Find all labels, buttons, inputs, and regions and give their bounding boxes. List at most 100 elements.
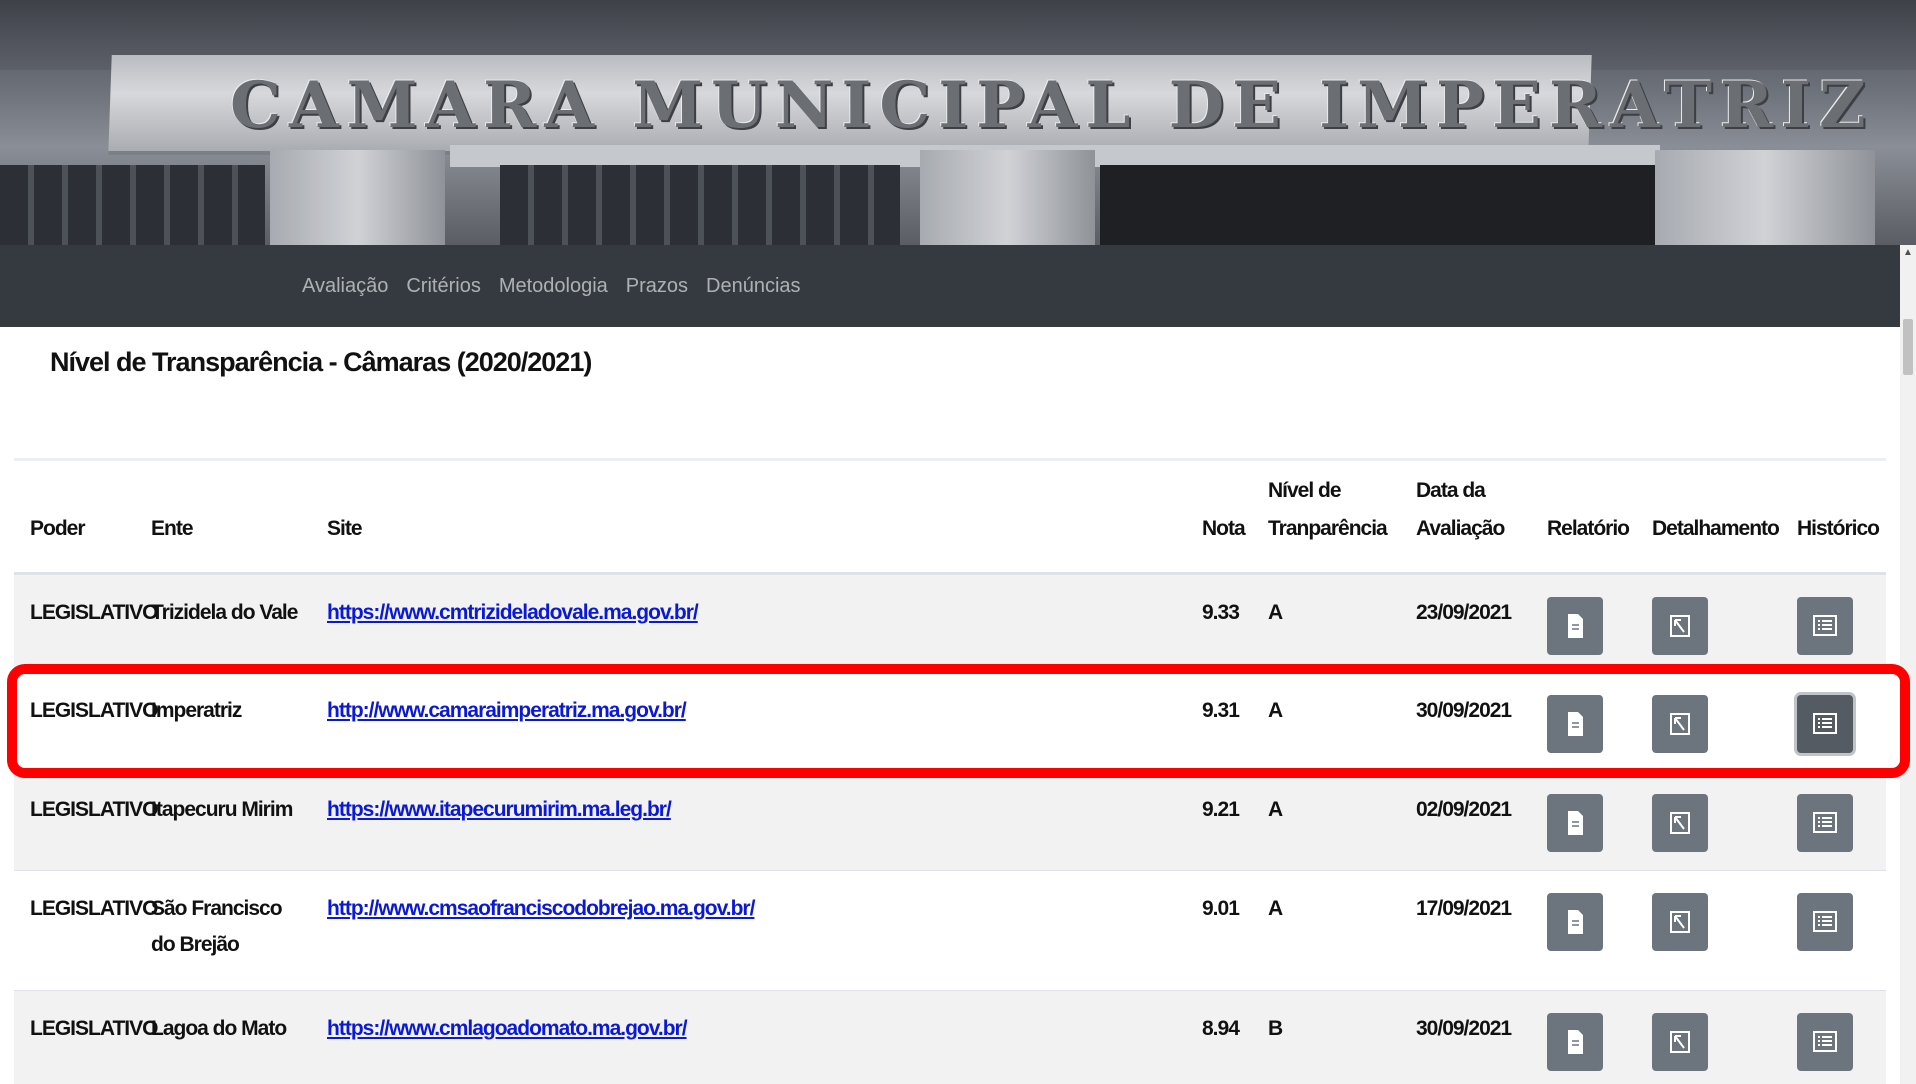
historico-button[interactable] — [1797, 893, 1853, 951]
nav-item-metodologia[interactable]: Metodologia — [490, 275, 617, 298]
cell-nivel: A — [1252, 573, 1400, 673]
relatorio-button[interactable] — [1547, 1013, 1603, 1071]
cell-poder: LEGISLATIVO — [14, 870, 158, 991]
cell-ente: São Francisco do Brejão — [135, 870, 311, 991]
nav-item-denuncias[interactable]: Denúncias — [697, 275, 810, 298]
cell-detalhamento — [1636, 672, 1781, 772]
cell-site: http://www.camaraimperatriz.ma.gov.br/ — [311, 672, 1186, 772]
transparency-table: Poder Ente Site Nota Nível de Tranparênci… — [14, 462, 1886, 1084]
table-header-row: Poder Ente Site Nota Nível de Tranparênci… — [14, 462, 1886, 575]
detalhamento-button[interactable] — [1652, 1013, 1708, 1071]
site-link[interactable]: https://www.cmlagoadomato.ma.gov.br/ — [327, 1017, 688, 1040]
expand-arrow-icon — [1670, 1031, 1690, 1053]
cell-nota-text: 9.31 — [1202, 699, 1240, 722]
cell-relatorio — [1531, 990, 1636, 1084]
cell-ente-text: São Francisco do Brejão — [151, 897, 283, 956]
cell-detalhamento — [1636, 990, 1781, 1084]
historico-button[interactable] — [1797, 597, 1853, 655]
page-title: Nível de Transparência - Câmaras (2020/2… — [50, 347, 592, 377]
cell-nota: 9.21 — [1186, 771, 1252, 871]
cell-poder: LEGISLATIVO — [14, 990, 158, 1084]
cell-nivel-text: A — [1268, 699, 1283, 722]
document-icon — [1568, 1030, 1583, 1054]
expand-arrow-icon — [1670, 911, 1690, 933]
col-header-nivel: Nível de Tranparência — [1252, 462, 1400, 575]
cell-data-text: 30/09/2021 — [1416, 699, 1512, 722]
document-icon — [1568, 614, 1583, 638]
cell-poder-text: LEGISLATIVO — [30, 1017, 158, 1040]
cell-nota: 9.31 — [1186, 672, 1252, 772]
col-header-relatorio: Relatório — [1531, 462, 1636, 575]
document-icon — [1568, 910, 1583, 934]
cell-poder-text: LEGISLATIVO — [30, 601, 158, 624]
historico-button[interactable] — [1797, 695, 1853, 753]
banner-window — [500, 165, 900, 245]
cell-data-text: 23/09/2021 — [1416, 601, 1512, 624]
historico-button[interactable] — [1797, 1013, 1853, 1071]
divider — [14, 458, 1886, 461]
cell-nota: 8.94 — [1186, 990, 1252, 1084]
relatorio-button[interactable] — [1547, 695, 1603, 753]
cell-poder-text: LEGISLATIVO — [30, 699, 158, 722]
detalhamento-button[interactable] — [1652, 893, 1708, 951]
cell-historico — [1781, 672, 1886, 772]
cell-poder: LEGISLATIVO — [14, 771, 158, 871]
site-link[interactable]: http://www.camaraimperatriz.ma.gov.br/ — [327, 699, 687, 722]
banner-sign-text: CAMARA MUNICIPAL DE IMPERATRIZ — [230, 68, 1874, 143]
expand-arrow-icon — [1670, 615, 1690, 637]
cell-ente: Imperatriz — [135, 672, 311, 772]
scroll-up-arrow-icon[interactable]: ▲ — [1900, 245, 1916, 261]
site-link[interactable]: https://www.itapecurumirim.ma.leg.br/ — [327, 798, 672, 821]
page-scrollbar[interactable]: ▲ — [1900, 245, 1916, 1084]
cell-ente-text: Itapecuru Mirim — [151, 798, 293, 821]
cell-nivel-text: B — [1268, 1017, 1283, 1040]
cell-nota: 9.33 — [1186, 573, 1252, 673]
site-link[interactable]: http://www.cmsaofranciscodobrejao.ma.gov… — [327, 897, 755, 920]
cell-nivel-text: A — [1268, 897, 1283, 920]
cell-nota-text: 9.33 — [1202, 601, 1240, 624]
detalhamento-button[interactable] — [1652, 597, 1708, 655]
cell-relatorio — [1531, 771, 1636, 871]
historico-button[interactable] — [1797, 794, 1853, 852]
nav-item-prazos[interactable]: Prazos — [617, 275, 697, 298]
cell-relatorio — [1531, 573, 1636, 673]
document-icon — [1568, 811, 1583, 835]
nav-item-criterios[interactable]: Critérios — [397, 275, 489, 298]
col-header-detalhamento: Detalhamento — [1636, 462, 1781, 575]
cell-ente: Itapecuru Mirim — [135, 771, 311, 871]
detalhamento-button[interactable] — [1652, 794, 1708, 852]
cell-nivel: B — [1252, 990, 1400, 1084]
list-icon — [1813, 911, 1837, 932]
cell-poder: LEGISLATIVO — [14, 573, 158, 673]
cell-detalhamento — [1636, 771, 1781, 871]
cell-ente-text: Imperatriz — [151, 699, 242, 722]
scroll-thumb[interactable] — [1903, 319, 1913, 375]
document-icon — [1568, 712, 1583, 736]
cell-historico — [1781, 870, 1886, 991]
cell-data: 30/09/2021 — [1400, 990, 1531, 1084]
table-row: LEGISLATIVO Imperatriz http://www.camara… — [14, 672, 1886, 772]
cell-nivel-text: A — [1268, 798, 1283, 821]
relatorio-button[interactable] — [1547, 794, 1603, 852]
cell-poder: LEGISLATIVO — [14, 672, 158, 772]
cell-site: http://www.cmsaofranciscodobrejao.ma.gov… — [311, 870, 1186, 991]
cell-data: 02/09/2021 — [1400, 771, 1531, 871]
site-link[interactable]: https://www.cmtrizideladovale.ma.gov.br/ — [327, 601, 699, 624]
cell-nota-text: 9.01 — [1202, 897, 1240, 920]
cell-poder-text: LEGISLATIVO — [30, 798, 158, 821]
cell-ente-text: Lagoa do Mato — [151, 1017, 287, 1040]
relatorio-button[interactable] — [1547, 597, 1603, 655]
cell-site: https://www.itapecurumirim.ma.leg.br/ — [311, 771, 1186, 871]
cell-nivel: A — [1252, 771, 1400, 871]
nav-item-avaliacao[interactable]: Avaliação — [293, 275, 397, 298]
relatorio-button[interactable] — [1547, 893, 1603, 951]
cell-data-text: 17/09/2021 — [1416, 897, 1512, 920]
banner-pillar — [270, 150, 445, 245]
table-row: LEGISLATIVO Itapecuru Mirim https://www.… — [14, 771, 1886, 871]
banner-pillar — [920, 150, 1095, 245]
detalhamento-button[interactable] — [1652, 695, 1708, 753]
list-icon — [1813, 615, 1837, 636]
cell-ente-text: Trizidela do Vale — [151, 601, 298, 624]
cell-nivel: A — [1252, 870, 1400, 991]
cell-detalhamento — [1636, 870, 1781, 991]
